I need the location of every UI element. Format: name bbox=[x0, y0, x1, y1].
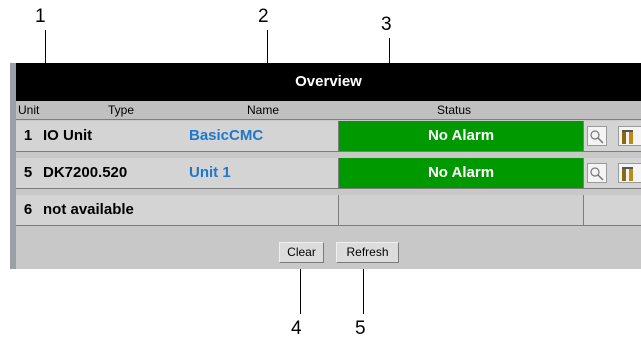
type-cell: DK7200.520 bbox=[43, 164, 128, 181]
callout-4: 4 bbox=[291, 318, 302, 339]
callout-5: 5 bbox=[355, 318, 366, 339]
callout-1: 1 bbox=[35, 6, 46, 27]
table-row: 1 IO Unit BasicCMC No Alarm bbox=[16, 121, 641, 152]
column-header-name: Name bbox=[247, 101, 280, 119]
magnifier-icon[interactable] bbox=[587, 126, 607, 146]
name-link[interactable]: BasicCMC bbox=[186, 121, 336, 151]
callout-2: 2 bbox=[258, 6, 269, 27]
name-link[interactable]: Unit 1 bbox=[186, 158, 336, 188]
status-cell: No Alarm bbox=[338, 158, 584, 188]
row-actions bbox=[584, 158, 641, 188]
tool-icon[interactable] bbox=[618, 126, 641, 146]
tool-icon[interactable] bbox=[618, 163, 641, 183]
status-cell: No Alarm bbox=[338, 121, 584, 151]
refresh-button[interactable]: Refresh bbox=[336, 242, 399, 263]
column-header-status: Status bbox=[437, 101, 472, 119]
clear-button[interactable]: Clear bbox=[279, 242, 324, 263]
table-row: 6 not available bbox=[16, 195, 641, 226]
column-header-type: Type bbox=[108, 101, 135, 119]
unit-cell: 5 bbox=[23, 164, 33, 181]
type-cell: not available bbox=[43, 201, 134, 218]
status-cell bbox=[338, 195, 584, 225]
callout-3: 3 bbox=[381, 14, 392, 35]
column-header-unit: Unit bbox=[18, 101, 40, 119]
type-cell: IO Unit bbox=[43, 127, 93, 144]
magnifier-icon[interactable] bbox=[587, 163, 607, 183]
unit-cell: 6 bbox=[23, 201, 33, 218]
unit-cell: 1 bbox=[23, 127, 33, 144]
panel-title: Overview bbox=[16, 63, 641, 101]
table-row: 5 DK7200.520 Unit 1 No Alarm bbox=[16, 158, 641, 189]
row-actions bbox=[584, 121, 641, 151]
